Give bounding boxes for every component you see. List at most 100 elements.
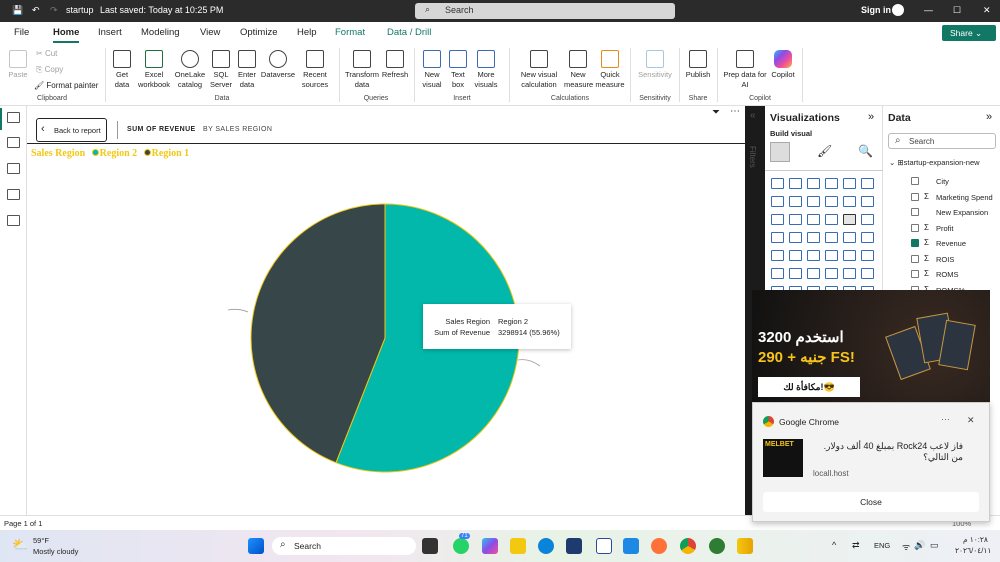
visual-type-icon[interactable] <box>861 250 874 261</box>
model-view-icon[interactable] <box>7 163 20 174</box>
field-checkbox[interactable] <box>911 270 919 278</box>
visual-type-icon[interactable] <box>789 178 802 189</box>
text-box-button[interactable]: Text box <box>447 50 469 90</box>
visual-type-icon[interactable] <box>807 268 820 279</box>
language-indicator[interactable]: ENG <box>874 541 890 550</box>
wifi-icon[interactable]: ᯤ <box>902 540 910 553</box>
sign-in[interactable]: Sign in <box>861 5 891 15</box>
tmdl-view-icon[interactable] <box>7 215 20 226</box>
visual-type-icon[interactable] <box>789 268 802 279</box>
back-to-report-button[interactable]: ‹ Back to report <box>36 118 107 142</box>
visual-type-icon[interactable] <box>861 232 874 243</box>
sql-server-button[interactable]: SQL Server <box>208 50 234 90</box>
collapse-icon[interactable]: » <box>868 111 874 123</box>
visual-type-icon[interactable] <box>843 196 856 207</box>
visual-type-icon[interactable] <box>861 196 874 207</box>
field-checkbox[interactable] <box>911 239 919 247</box>
visual-type-icon[interactable] <box>843 250 856 261</box>
visual-type-icon[interactable] <box>861 214 874 225</box>
recent-sources-button[interactable]: Recent sources <box>298 50 332 90</box>
visual-type-icon[interactable] <box>771 232 784 243</box>
table-view-icon[interactable] <box>7 137 20 148</box>
clock-time[interactable]: ١٠:٢٨ م <box>963 535 988 544</box>
dataverse-button[interactable]: Dataverse <box>259 50 297 80</box>
copilot-button[interactable]: Copilot <box>768 50 798 80</box>
microsoft-store-icon[interactable] <box>566 538 582 554</box>
cut-button[interactable]: ✂ Cut <box>36 49 57 58</box>
new-visual-button[interactable]: New visual <box>418 50 446 90</box>
visual-type-icon[interactable] <box>843 232 856 243</box>
report-view-icon[interactable] <box>7 112 20 123</box>
format-visual-tab-icon[interactable]: 🖌 <box>817 144 832 158</box>
tab-home[interactable]: Home <box>53 27 80 43</box>
collapse-icon[interactable]: » <box>986 111 992 123</box>
visual-type-icon[interactable] <box>789 250 802 261</box>
paste-button[interactable]: Paste <box>6 50 30 80</box>
volume-icon[interactable]: 🔊 <box>914 540 925 551</box>
enter-data-button[interactable]: Enter data <box>235 50 259 90</box>
weather-temp[interactable]: 59°F <box>33 536 49 545</box>
field-checkbox[interactable] <box>911 177 919 185</box>
filter-icon[interactable]: ⏷ <box>712 107 720 118</box>
close-notification-icon[interactable]: ✕ <box>967 415 975 426</box>
legend-item-region-2[interactable]: Region 2 <box>88 148 137 159</box>
copy-button[interactable]: ⎘ Copy <box>36 65 63 75</box>
search-box[interactable]: ⌕ Search <box>415 3 675 19</box>
excel-workbook-button[interactable]: Excel workbook <box>136 50 172 90</box>
field-checkbox[interactable] <box>911 208 919 216</box>
visual-type-icon[interactable] <box>807 196 820 207</box>
legend-item-region-1[interactable]: Region 1 <box>140 148 189 159</box>
visual-type-icon[interactable] <box>771 250 784 261</box>
chrome-icon[interactable] <box>680 538 696 554</box>
tab-view[interactable]: View <box>200 27 220 38</box>
refresh-button[interactable]: Refresh <box>381 50 409 80</box>
file-explorer-icon[interactable] <box>510 538 526 554</box>
edge-icon[interactable] <box>538 538 554 554</box>
field-checkbox[interactable] <box>911 223 919 232</box>
save-icon[interactable]: 💾 <box>12 5 23 16</box>
weather-condition[interactable]: Mostly cloudy <box>33 547 78 556</box>
sensitivity-button[interactable]: Sensitivity <box>634 50 676 80</box>
publish-button[interactable]: Publish <box>682 50 714 80</box>
clock-date[interactable]: ٢٠٢٦/٠٤/١١ <box>955 546 991 555</box>
visual-type-icon[interactable] <box>789 214 802 225</box>
visual-type-icon[interactable] <box>807 232 820 243</box>
field-checkbox[interactable] <box>911 254 919 263</box>
undo-icon[interactable]: ↶ <box>32 5 40 16</box>
quick-measure-button[interactable]: Quick measure <box>594 50 626 90</box>
onelake-catalog-button[interactable]: OneLake catalog <box>172 50 208 90</box>
taskbar-search[interactable]: ⌕ Search <box>272 537 416 555</box>
expand-icon[interactable]: « <box>750 110 756 121</box>
start-button[interactable] <box>248 538 264 554</box>
ad-bonus-button[interactable]: مكافأة لك!😎 <box>758 377 860 397</box>
new-visual-calculation-button[interactable]: New visual calculation <box>514 50 564 90</box>
tab-help[interactable]: Help <box>297 27 317 38</box>
visual-type-icon[interactable] <box>807 250 820 261</box>
visual-type-icon[interactable] <box>789 232 802 243</box>
task-view-icon[interactable] <box>422 538 438 554</box>
visual-type-icon[interactable] <box>861 178 874 189</box>
field-checkbox[interactable] <box>911 192 919 201</box>
close-button[interactable]: ✕ <box>983 5 991 16</box>
visual-type-icon[interactable] <box>771 268 784 279</box>
pie-chart-visual-icon[interactable] <box>843 214 856 225</box>
visual-type-icon[interactable] <box>807 214 820 225</box>
visual-type-icon[interactable] <box>771 196 784 207</box>
visual-type-icon[interactable] <box>825 214 838 225</box>
prep-data-ai-button[interactable]: Prep data for AI <box>721 50 769 90</box>
maximize-button[interactable]: ☐ <box>953 5 961 16</box>
copilot-icon[interactable] <box>482 538 498 554</box>
format-painter-button[interactable]: 🖌 Format painter <box>34 81 98 90</box>
messaging-app-icon[interactable] <box>623 538 639 554</box>
tab-insert[interactable]: Insert <box>98 27 122 38</box>
file-name[interactable]: startup <box>66 5 94 15</box>
tab-modeling[interactable]: Modeling <box>141 27 180 38</box>
more-visuals-button[interactable]: More visuals <box>470 50 502 90</box>
new-measure-button[interactable]: New measure <box>564 50 593 90</box>
chevron-up-icon[interactable]: ^ <box>832 540 836 550</box>
tab-format[interactable]: Format <box>335 27 365 38</box>
visual-type-icon[interactable] <box>807 178 820 189</box>
notification-close-button[interactable]: Close <box>763 492 979 512</box>
tab-data-drill[interactable]: Data / Drill <box>387 27 431 38</box>
transform-data-button[interactable]: Transform data <box>343 50 381 90</box>
